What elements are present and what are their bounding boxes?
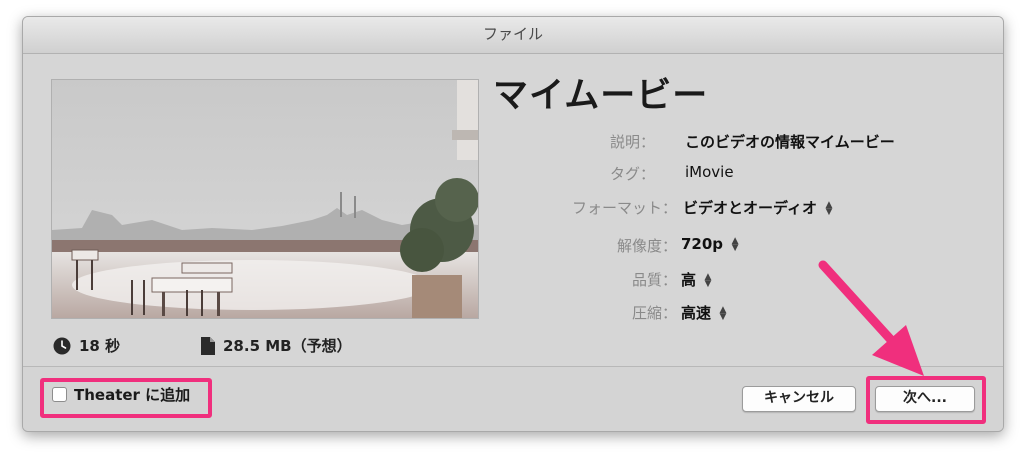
share-file-dialog: ファイル マイムービー 説明： このビデオの情報マイムービー タグ： iMovi…: [22, 16, 1004, 432]
duration-text: 18 秒: [79, 337, 121, 355]
up-down-stepper-icon: ▲ ▼: [825, 199, 833, 217]
field-quality: 品質： 高 ▲ ▼: [523, 269, 943, 291]
cancel-button[interactable]: キャンセル: [742, 386, 856, 412]
quality-popup[interactable]: 高 ▲ ▼: [681, 269, 712, 290]
resolution-value: 720p: [681, 235, 724, 253]
add-to-theater-checkbox[interactable]: Theater に追加: [40, 378, 204, 410]
format-value: ビデオとオーディオ: [683, 199, 817, 217]
field-description: 説明： このビデオの情報マイムービー: [583, 131, 943, 153]
theater-checkbox-label[interactable]: Theater に追加: [74, 384, 190, 405]
size-text: 28.5 MB（予想）: [223, 337, 352, 355]
field-format: フォーマット： ビデオとオーディオ ▲ ▼: [523, 197, 943, 219]
description-label: 説明：: [609, 133, 655, 151]
dialog-title: ファイル: [23, 17, 1003, 54]
field-resolution: 解像度： 720p ▲ ▼: [523, 235, 943, 257]
description-field[interactable]: このビデオの情報マイムービー: [685, 131, 895, 152]
field-tags: タグ： iMovie: [583, 163, 943, 185]
resolution-popup[interactable]: 720p ▲ ▼: [681, 235, 739, 253]
tags-label: タグ：: [609, 165, 655, 183]
up-down-stepper-icon: ▲ ▼: [704, 271, 712, 289]
compression-label: 圧縮：: [631, 304, 677, 322]
snowy-rooftop-thumbnail: [52, 80, 479, 318]
quality-value: 高: [681, 271, 697, 289]
next-button[interactable]: 次へ...: [875, 386, 975, 412]
quality-label: 品質：: [631, 271, 677, 289]
tags-field[interactable]: iMovie: [685, 163, 734, 181]
up-down-stepper-icon: ▲ ▼: [731, 235, 739, 253]
format-label: フォーマット：: [571, 199, 677, 217]
resolution-label: 解像度：: [616, 237, 677, 255]
up-down-stepper-icon: ▲ ▼: [719, 304, 727, 322]
field-compression: 圧縮： 高速 ▲ ▼: [523, 302, 943, 324]
movie-title[interactable]: マイムービー: [493, 67, 708, 118]
duration-info: 18 秒: [53, 335, 120, 356]
video-preview-thumbnail: [51, 79, 479, 319]
theater-checkbox[interactable]: [52, 387, 67, 402]
compression-popup[interactable]: 高速 ▲ ▼: [681, 302, 727, 323]
clock-icon: [53, 337, 71, 354]
size-info: 28.5 MB（予想）: [201, 335, 352, 356]
compression-value: 高速: [681, 304, 712, 322]
format-popup[interactable]: ビデオとオーディオ ▲ ▼: [683, 197, 833, 218]
file-icon: [201, 336, 215, 355]
